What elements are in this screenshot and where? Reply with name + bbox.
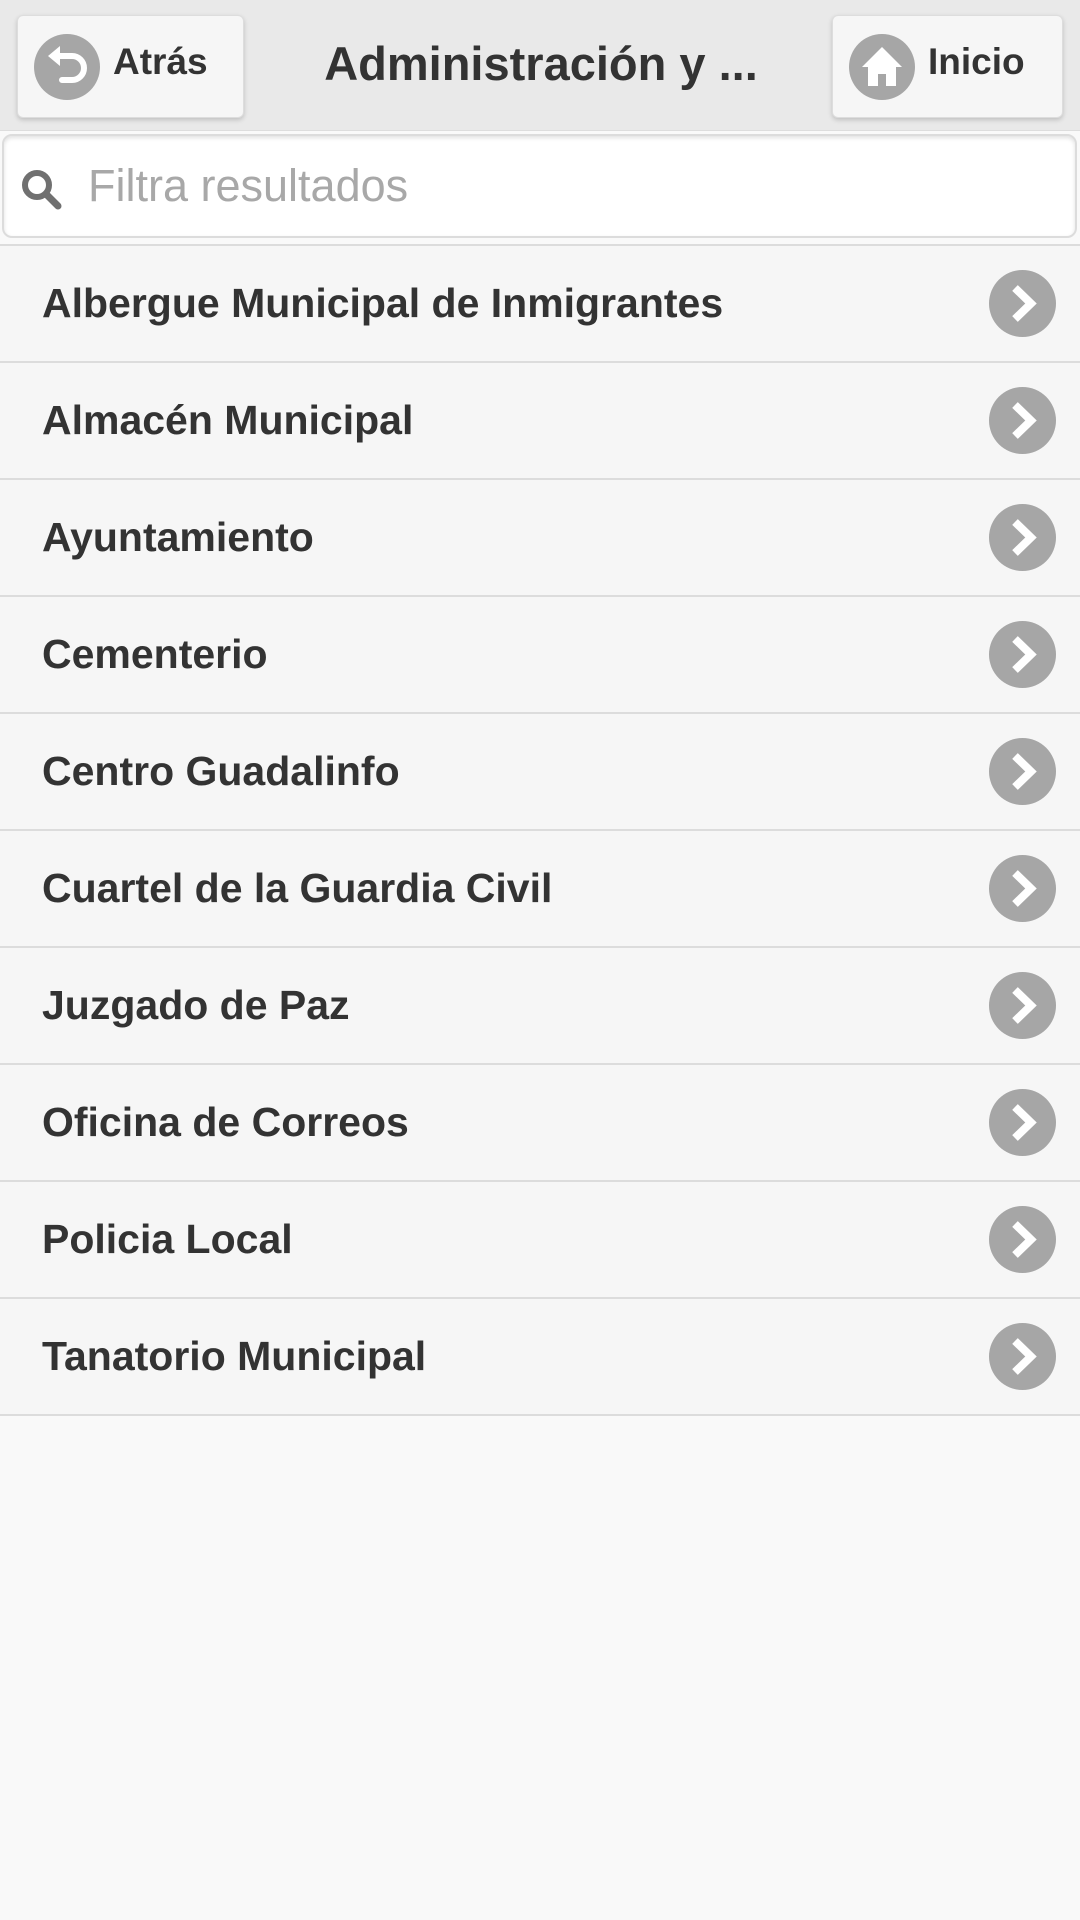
chevron-right-icon — [989, 1206, 1056, 1273]
list-item[interactable]: Juzgado de Paz — [0, 948, 1080, 1065]
page-title: Administración y ... — [324, 37, 758, 90]
back-button-label: Atrás — [113, 41, 208, 82]
list-item[interactable]: Tanatorio Municipal — [0, 1299, 1080, 1416]
list-item-label: Centro Guadalinfo — [42, 748, 400, 794]
chevron-right-icon — [989, 1323, 1056, 1390]
chevron-right-icon — [989, 855, 1056, 922]
list-item-label: Cementerio — [42, 631, 268, 677]
back-button[interactable]: Atrás — [17, 15, 244, 118]
chevron-right-icon — [989, 387, 1056, 454]
search-icon — [22, 170, 62, 210]
list-item-label: Tanatorio Municipal — [42, 1333, 427, 1379]
list-item[interactable]: Almacén Municipal — [0, 363, 1080, 480]
chevron-right-icon — [989, 738, 1056, 805]
search-bar — [2, 134, 1077, 238]
list-item[interactable]: Cuartel de la Guardia Civil — [0, 831, 1080, 948]
chevron-right-icon — [989, 270, 1056, 337]
results-list: Albergue Municipal de Inmigrantes Almacé… — [0, 244, 1080, 1416]
header-bar: Atrás Administración y ... Inicio — [0, 0, 1080, 131]
home-icon — [849, 34, 915, 100]
list-item-label: Almacén Municipal — [42, 397, 414, 443]
chevron-right-icon — [989, 621, 1056, 688]
list-item[interactable]: Policia Local — [0, 1182, 1080, 1299]
list-item[interactable]: Albergue Municipal de Inmigrantes — [0, 246, 1080, 363]
search-input[interactable] — [88, 146, 1048, 226]
chevron-right-icon — [989, 1089, 1056, 1156]
chevron-right-icon — [989, 972, 1056, 1039]
home-button-label: Inicio — [928, 41, 1025, 82]
list-item[interactable]: Cementerio — [0, 597, 1080, 714]
list-item[interactable]: Ayuntamiento — [0, 480, 1080, 597]
list-item-label: Oficina de Correos — [42, 1099, 409, 1145]
list-item-label: Policia Local — [42, 1216, 293, 1262]
home-button[interactable]: Inicio — [832, 15, 1063, 118]
list-item[interactable]: Centro Guadalinfo — [0, 714, 1080, 831]
undo-arrow-icon — [34, 34, 100, 100]
list-item-label: Juzgado de Paz — [42, 982, 350, 1028]
list-item[interactable]: Oficina de Correos — [0, 1065, 1080, 1182]
chevron-right-icon — [989, 504, 1056, 571]
list-item-label: Ayuntamiento — [42, 514, 314, 560]
list-item-label: Cuartel de la Guardia Civil — [42, 865, 553, 911]
list-item-label: Albergue Municipal de Inmigrantes — [42, 280, 724, 326]
